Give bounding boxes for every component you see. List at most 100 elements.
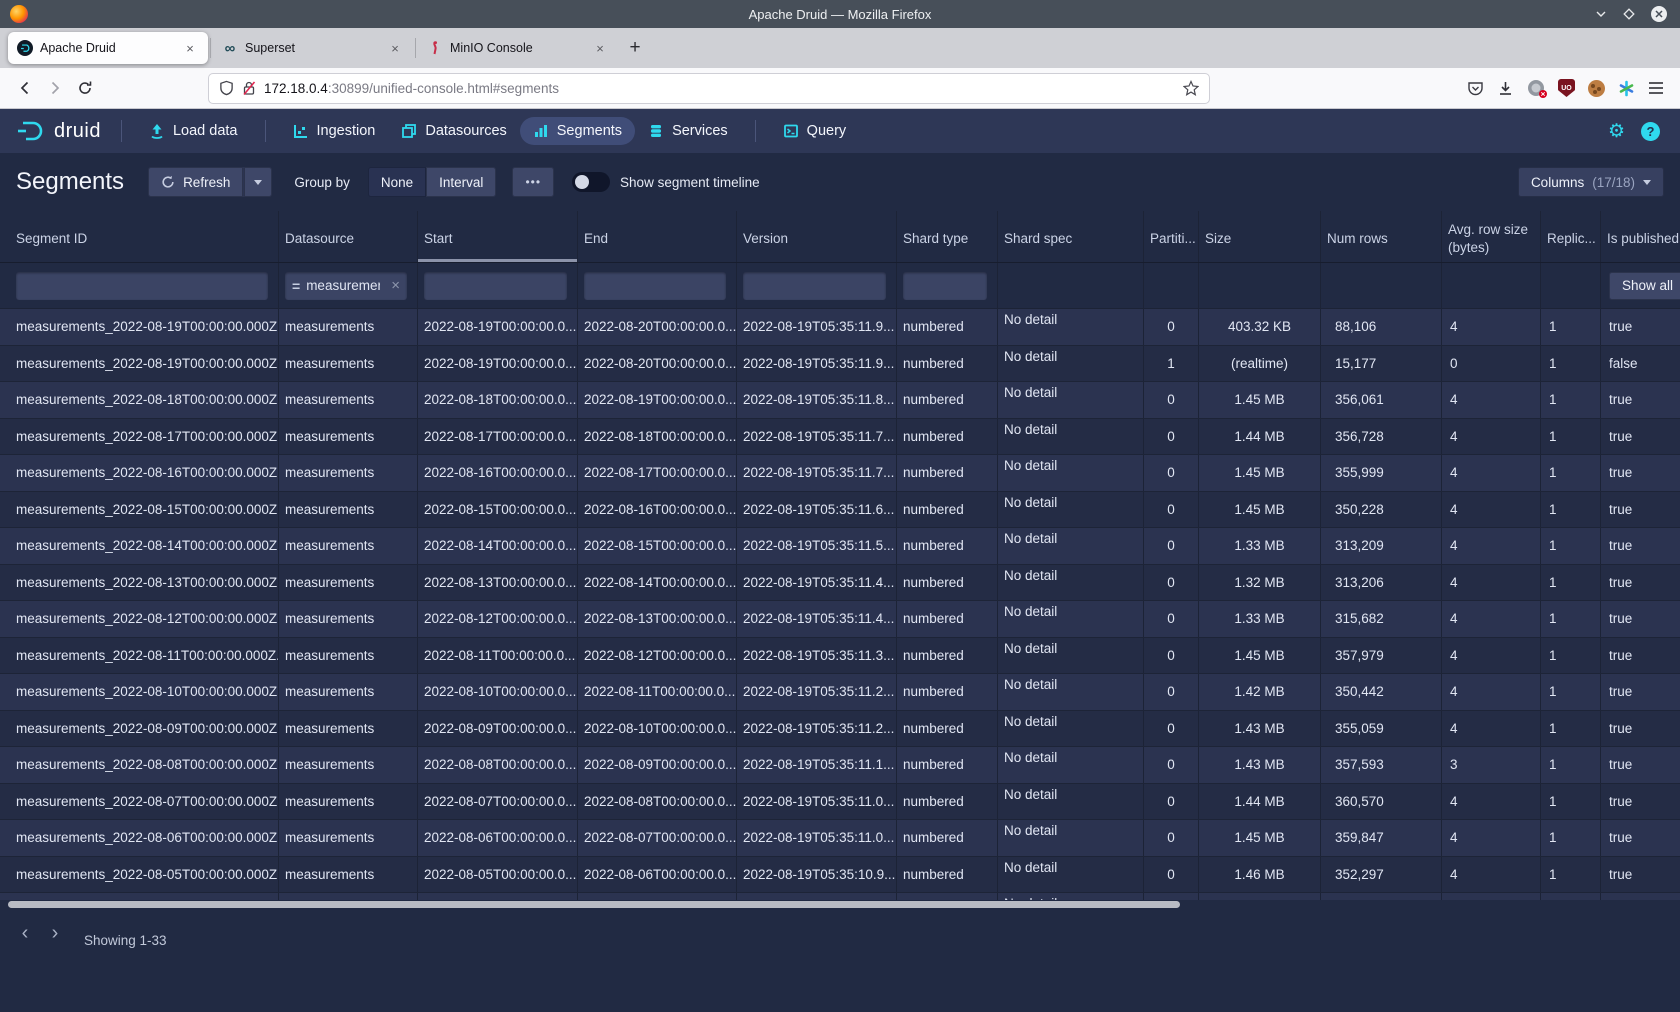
cell-num-rows[interactable]: 15,177 bbox=[1321, 346, 1442, 382]
col-header-replicas[interactable]: Replic... bbox=[1541, 211, 1601, 262]
cell-segment-id[interactable]: measurements_2022-08-15T00:00:00.000Z... bbox=[0, 492, 279, 528]
cell-avg-row-size[interactable]: 4 bbox=[1442, 784, 1541, 820]
cell-shard-type[interactable]: numbered bbox=[897, 565, 998, 601]
nav-services[interactable]: Services bbox=[635, 117, 741, 145]
segment-row[interactable]: measurements_2022-08-09T00:00:00.000Z...… bbox=[0, 711, 1680, 748]
cell-replicas[interactable]: 1 bbox=[1541, 857, 1601, 893]
downloads-icon[interactable] bbox=[1497, 80, 1514, 97]
cell-end[interactable]: 2022-08-13T00:00:00.0... bbox=[578, 601, 737, 637]
cell-end[interactable]: 2022-08-14T00:00:00.0... bbox=[578, 565, 737, 601]
cell-start[interactable]: 2022-08-05T00:00:00.0... bbox=[418, 857, 578, 893]
cell-segment-id[interactable]: measurements_2022-08-05T00:00:00.000Z... bbox=[0, 857, 279, 893]
cell-partition[interactable]: 0 bbox=[1144, 601, 1199, 637]
cell-replicas[interactable]: 1 bbox=[1541, 674, 1601, 710]
cell-partition[interactable]: 0 bbox=[1144, 455, 1199, 491]
version-filter-input[interactable] bbox=[743, 272, 886, 300]
ublock-icon[interactable]: UO bbox=[1558, 79, 1575, 97]
cell-shard-type[interactable]: numbered bbox=[897, 820, 998, 856]
nav-segments[interactable]: Segments bbox=[520, 117, 635, 145]
cell-datasource[interactable]: measurements bbox=[279, 419, 418, 455]
cell-start[interactable]: 2022-08-16T00:00:00.0... bbox=[418, 455, 578, 491]
cell-partition[interactable]: 0 bbox=[1144, 747, 1199, 783]
cell-replicas[interactable]: 1 bbox=[1541, 492, 1601, 528]
cell-avg-row-size[interactable]: 4 bbox=[1442, 419, 1541, 455]
segment-row[interactable]: measurements_2022-08-05T00:00:00.000Z...… bbox=[0, 857, 1680, 894]
cell-avg-row-size[interactable]: 4 bbox=[1442, 492, 1541, 528]
cell-version[interactable]: 2022-08-19T05:35:11.5... bbox=[737, 528, 897, 564]
cell-is-published[interactable]: false bbox=[1601, 346, 1680, 382]
cell-datasource[interactable]: measurements bbox=[279, 528, 418, 564]
refresh-dropdown-button[interactable] bbox=[243, 167, 272, 197]
cell-shard-spec[interactable]: No detail bbox=[998, 565, 1144, 601]
cell-shard-spec[interactable]: No detail bbox=[998, 893, 1144, 900]
scrollbar-thumb[interactable] bbox=[8, 901, 1180, 908]
cell-partition[interactable]: 0 bbox=[1144, 565, 1199, 601]
group-by-none-button[interactable]: None bbox=[368, 167, 426, 197]
druid-logo[interactable]: druid bbox=[12, 119, 107, 143]
cell-avg-row-size[interactable]: 4 bbox=[1442, 309, 1541, 345]
cell-is-published[interactable]: true bbox=[1601, 455, 1680, 491]
cell-avg-row-size[interactable]: 0 bbox=[1442, 346, 1541, 382]
end-filter-input[interactable] bbox=[584, 272, 726, 300]
is-published-filter-button[interactable]: Show all bbox=[1609, 272, 1680, 300]
cell-datasource[interactable]: measurements bbox=[279, 492, 418, 528]
back-icon[interactable] bbox=[10, 73, 40, 103]
cell-is-published[interactable]: true bbox=[1601, 601, 1680, 637]
extension-disabled-icon[interactable] bbox=[1527, 79, 1545, 97]
cell-segment-id[interactable]: measurements_2022-08-18T00:00:00.000Z... bbox=[0, 382, 279, 418]
tracking-shield-icon[interactable] bbox=[219, 80, 234, 96]
cell-size[interactable]: 403.32 KB bbox=[1199, 309, 1321, 345]
cell-replicas[interactable]: 1 bbox=[1541, 528, 1601, 564]
cell-shard-spec[interactable]: No detail bbox=[998, 419, 1144, 455]
cell-end[interactable]: 2022-08-15T00:00:00.0... bbox=[578, 528, 737, 564]
cell-segment-id[interactable]: measurements_2022-08-09T00:00:00.000Z... bbox=[0, 711, 279, 747]
nav-load-data[interactable]: Load data bbox=[136, 117, 251, 145]
cell-end[interactable]: 2022-08-20T00:00:00.0... bbox=[578, 346, 737, 382]
cell-start[interactable]: 2022-08-07T00:00:00.0... bbox=[418, 784, 578, 820]
cell-start[interactable]: 2022-08-18T00:00:00.0... bbox=[418, 382, 578, 418]
cell-replicas[interactable]: 1 bbox=[1541, 711, 1601, 747]
cell-start[interactable]: 2022-08-09T00:00:00.0... bbox=[418, 711, 578, 747]
col-header-shard-type[interactable]: Shard type bbox=[897, 211, 998, 262]
help-icon[interactable]: ? bbox=[1641, 122, 1660, 141]
tab-close-icon[interactable]: × bbox=[591, 39, 609, 57]
cell-is-published[interactable]: true bbox=[1601, 711, 1680, 747]
start-filter-input[interactable] bbox=[424, 272, 567, 300]
cell-avg-row-size[interactable]: 3 bbox=[1442, 747, 1541, 783]
cell-partition[interactable]: 0 bbox=[1144, 784, 1199, 820]
cell-version[interactable]: 2022-08-19T05:35:11.6... bbox=[737, 492, 897, 528]
cell-size[interactable]: 1.32 MB bbox=[1199, 565, 1321, 601]
cell-shard-type[interactable]: numbered bbox=[897, 893, 998, 900]
cell-size[interactable]: 1.45 MB bbox=[1199, 820, 1321, 856]
cell-start[interactable]: 2022-08-10T00:00:00.0... bbox=[418, 674, 578, 710]
cell-version[interactable]: 2022-08-19T05:35:11.3... bbox=[737, 638, 897, 674]
cell-partition[interactable]: 1 bbox=[1144, 346, 1199, 382]
cell-num-rows[interactable]: 355,059 bbox=[1321, 711, 1442, 747]
window-minimize-icon[interactable] bbox=[1594, 7, 1608, 21]
cell-start[interactable]: 2022-08-04T00:00:00.0... bbox=[418, 893, 578, 900]
segment-id-filter-input[interactable] bbox=[16, 272, 268, 300]
segment-row[interactable]: measurements_2022-08-11T00:00:00.000Z...… bbox=[0, 638, 1680, 675]
cell-datasource[interactable]: measurements bbox=[279, 784, 418, 820]
cell-datasource[interactable]: measurements bbox=[279, 857, 418, 893]
cell-partition[interactable]: 0 bbox=[1144, 419, 1199, 455]
cell-shard-type[interactable]: numbered bbox=[897, 784, 998, 820]
cell-num-rows[interactable]: 350,228 bbox=[1321, 492, 1442, 528]
col-header-end[interactable]: End bbox=[578, 211, 737, 262]
cell-num-rows[interactable]: 315,682 bbox=[1321, 601, 1442, 637]
col-header-shard-spec[interactable]: Shard spec bbox=[998, 211, 1144, 262]
cell-is-published[interactable]: true bbox=[1601, 893, 1680, 900]
cell-is-published[interactable]: true bbox=[1601, 565, 1680, 601]
cell-shard-spec[interactable]: No detail bbox=[998, 784, 1144, 820]
cell-partition[interactable]: 0 bbox=[1144, 309, 1199, 345]
cell-end[interactable]: 2022-08-19T00:00:00.0... bbox=[578, 382, 737, 418]
segment-timeline-toggle[interactable] bbox=[572, 172, 610, 192]
cell-size[interactable]: 1.46 MB bbox=[1199, 857, 1321, 893]
nav-datasources[interactable]: Datasources bbox=[388, 117, 519, 145]
cell-size[interactable]: (realtime) bbox=[1199, 346, 1321, 382]
cell-version[interactable]: 2022-08-19T05:35:11.4... bbox=[737, 565, 897, 601]
cell-datasource[interactable]: measurements bbox=[279, 747, 418, 783]
next-page-icon[interactable]: › bbox=[40, 918, 70, 948]
datasource-filter-input[interactable]: = measurements × bbox=[285, 272, 407, 300]
segment-row[interactable]: measurements_2022-08-04T00:00:00.000Z...… bbox=[0, 893, 1680, 900]
